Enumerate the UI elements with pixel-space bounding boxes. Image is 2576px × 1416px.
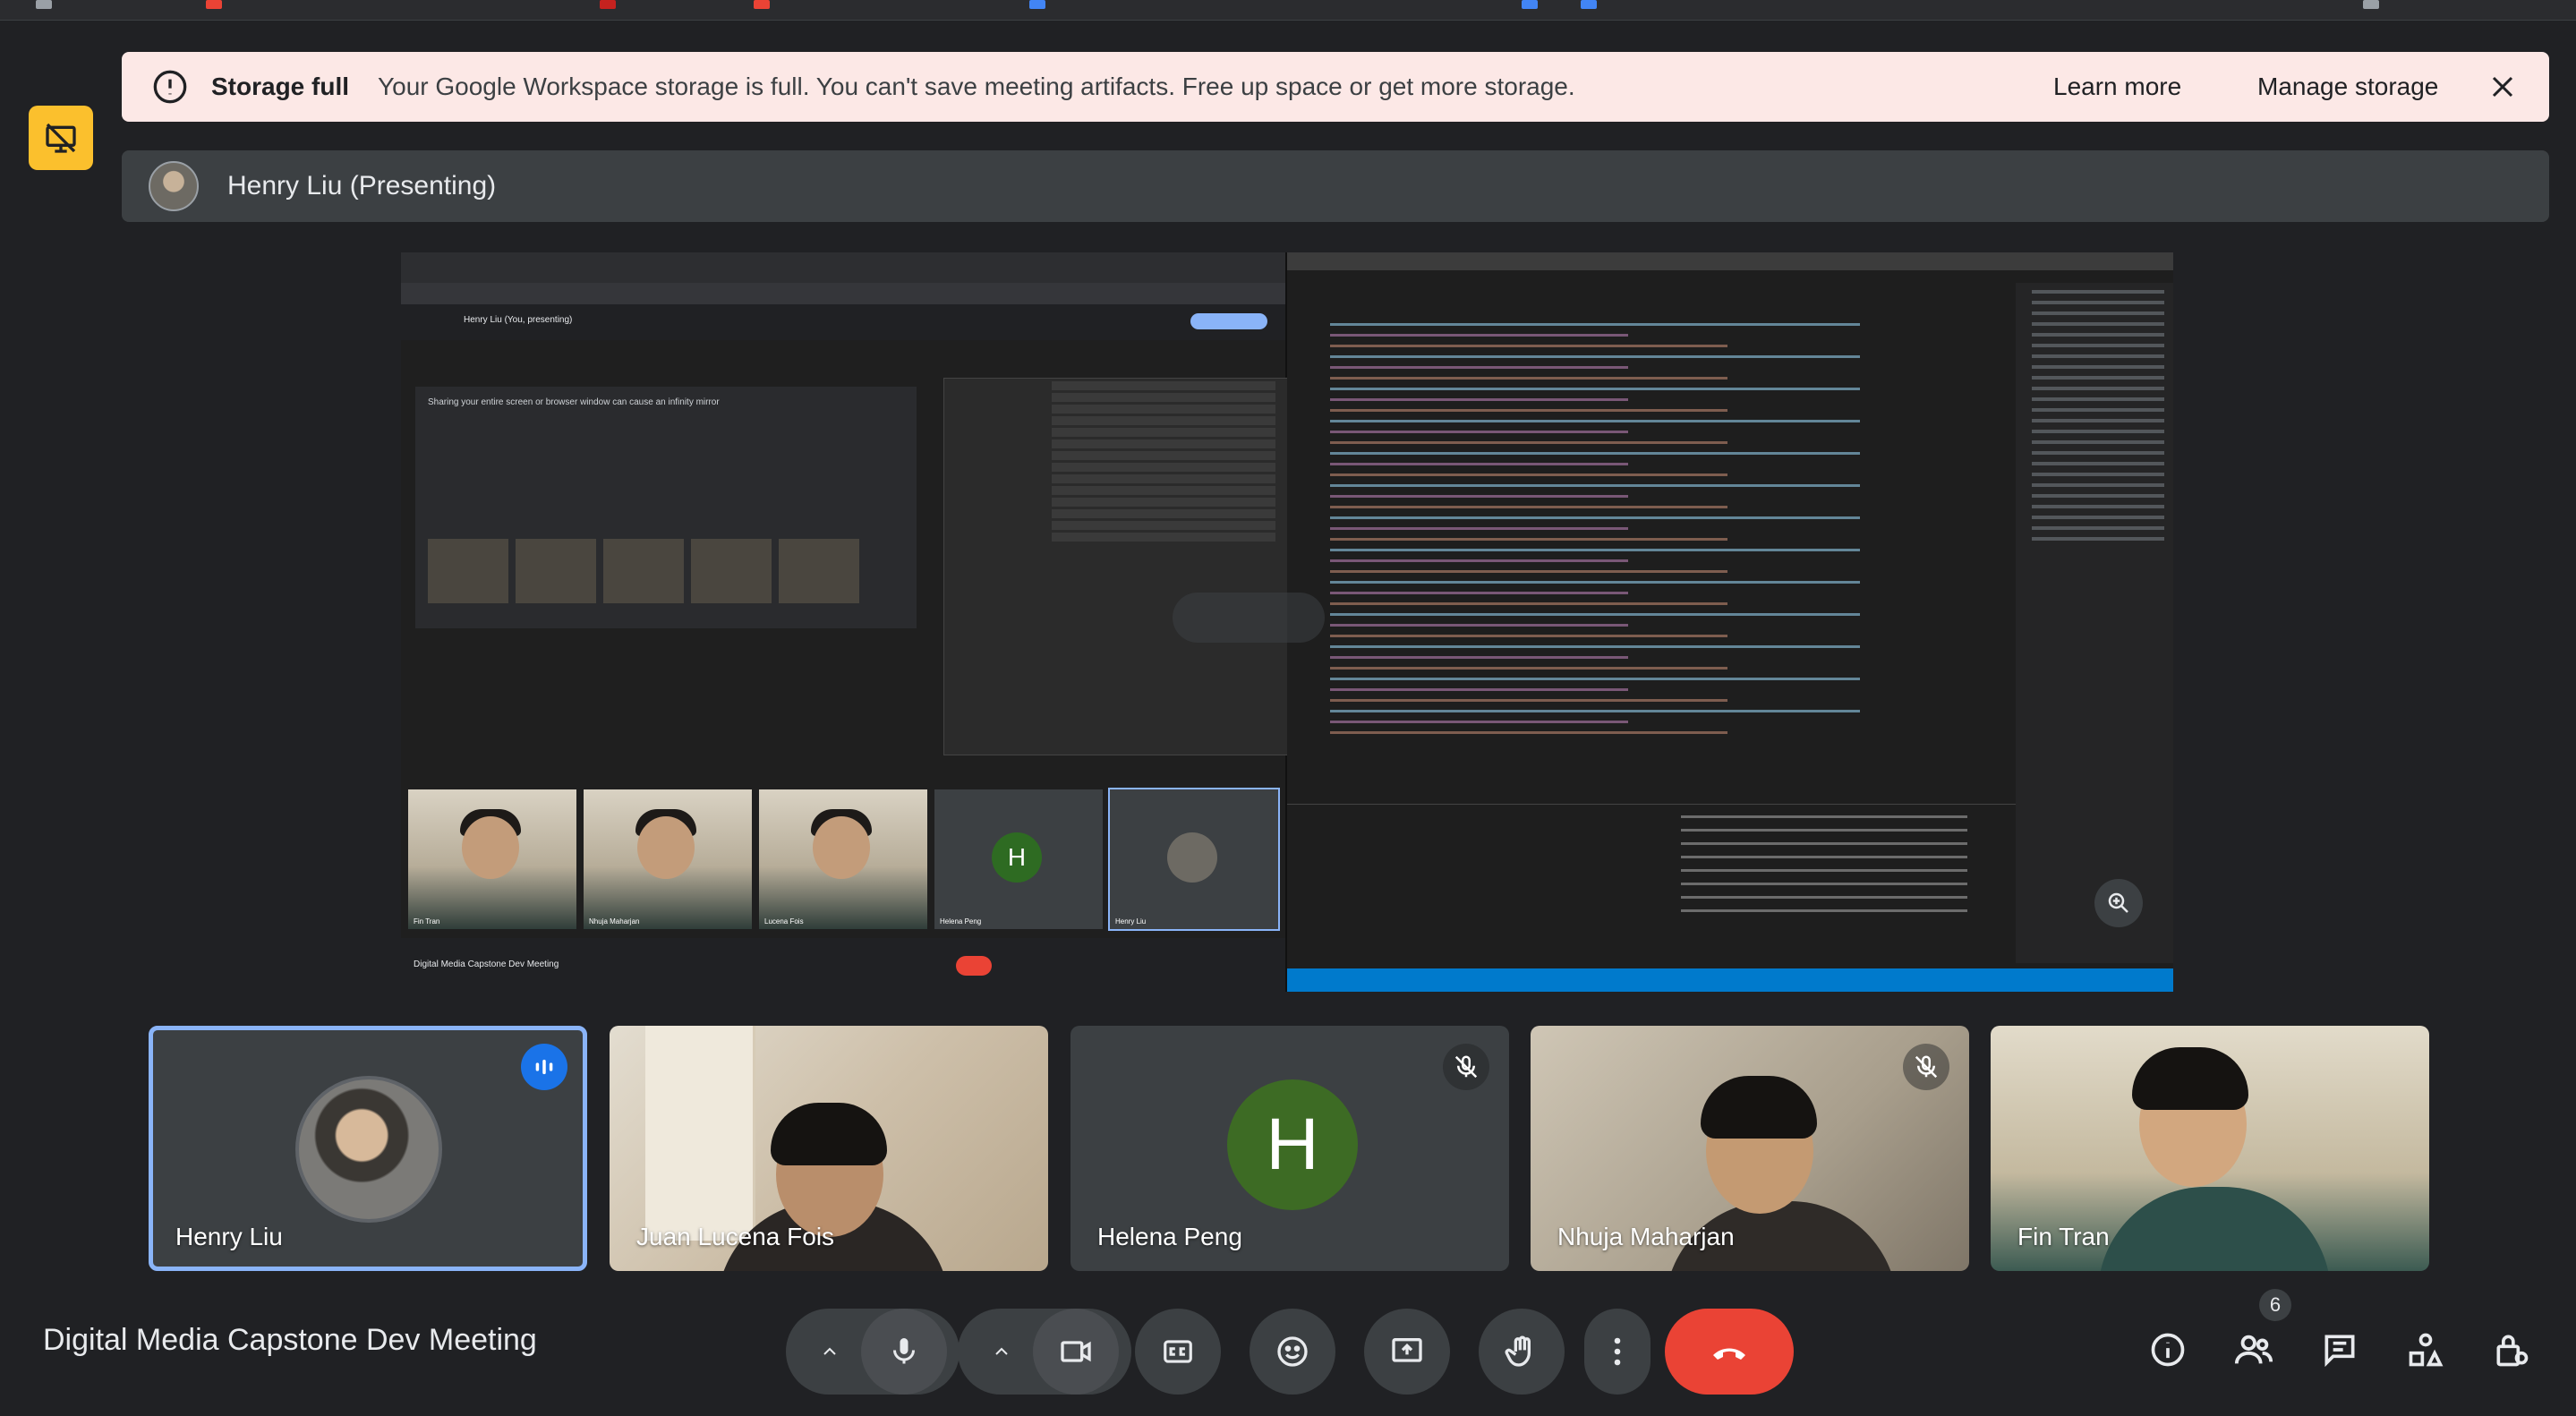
- shared-meeting-title: Digital Media Capstone Dev Meeting: [414, 960, 559, 969]
- participant-tile-henry-liu[interactable]: Henry Liu: [149, 1026, 587, 1271]
- avatar: H: [1227, 1079, 1358, 1210]
- more-icon[interactable]: [1584, 1309, 1651, 1395]
- shared-tiles: Fin Tran Nhuja Maharjan Lucena Fois H Hel…: [408, 788, 1280, 931]
- people-count-badge: 6: [2259, 1289, 2291, 1321]
- activities-icon[interactable]: [2399, 1323, 2452, 1377]
- participant-name: Henry Liu: [175, 1223, 283, 1250]
- video-control-group: [958, 1309, 1131, 1395]
- emoji-icon[interactable]: [1250, 1309, 1335, 1395]
- participant-tile-nhuja-maharjan[interactable]: Nhuja Maharjan: [1531, 1026, 1969, 1271]
- end-call-icon[interactable]: [1665, 1309, 1794, 1395]
- shared-tile: Fin Tran: [408, 789, 576, 929]
- chevron-up-icon[interactable]: [970, 1341, 1033, 1362]
- banner-title: Storage full: [211, 73, 350, 100]
- shared-browser-window: Henry Liu (You, presenting) Sharing your…: [401, 252, 1303, 992]
- editor-statusbar: [1287, 968, 2173, 992]
- infinity-mirror: Sharing your entire screen or browser wi…: [415, 387, 917, 628]
- participant-tile-juan-lucena-fois[interactable]: Juan Lucena Fois: [610, 1026, 1048, 1271]
- meeting-title: Digital Media Capstone Dev Meeting: [43, 1323, 537, 1357]
- presenter-bar: Henry Liu (Presenting): [122, 150, 2549, 222]
- shared-tile: H Helena Peng: [934, 789, 1103, 929]
- shared-tile: Nhuja Maharjan: [584, 789, 752, 929]
- banner-message: Your Google Workspace storage is full. Y…: [378, 73, 1575, 100]
- browser-address-bar: [401, 283, 1285, 304]
- storage-full-banner: Storage full Your Google Workspace stora…: [122, 52, 2549, 122]
- info-icon[interactable]: [2141, 1323, 2195, 1377]
- file-explorer-window: [943, 378, 1303, 755]
- participant-tile-fin-tran[interactable]: Fin Tran: [1991, 1026, 2429, 1271]
- control-bar: Digital Media Capstone Dev Meeting 6: [0, 1289, 2576, 1416]
- code-lines: [1330, 315, 1992, 816]
- manage-storage-link[interactable]: Manage storage: [2257, 73, 2438, 101]
- shared-presenting-text: Henry Liu (You, presenting): [464, 315, 573, 325]
- captions-icon[interactable]: [1135, 1309, 1221, 1395]
- participant-name: Nhuja Maharjan: [1557, 1223, 1735, 1250]
- mirror-thumbnails: [428, 539, 859, 603]
- shared-end-call: [956, 956, 992, 976]
- speaking-icon: [521, 1044, 567, 1090]
- host-controls-icon[interactable]: [2485, 1323, 2538, 1377]
- camera-icon[interactable]: [1033, 1309, 1119, 1395]
- shared-control-bar: Digital Media Capstone Dev Meeting: [401, 938, 1285, 992]
- shared-stop-presenting: [1190, 313, 1267, 329]
- editor-terminal: [1287, 804, 2016, 969]
- presenter-avatar: [149, 161, 199, 211]
- raise-hand-icon[interactable]: [1479, 1309, 1565, 1395]
- browser-tabs: [401, 252, 1285, 283]
- mic-off-icon: [1443, 1044, 1489, 1090]
- editor-titlebar: [1287, 252, 2173, 270]
- shared-mute-overlay: [1173, 593, 1325, 643]
- learn-more-link[interactable]: Learn more: [2053, 73, 2181, 101]
- shared-tile: Henry Liu: [1108, 788, 1280, 931]
- editor-sidebar: [2016, 283, 2173, 963]
- warning-icon: [152, 69, 188, 105]
- browser-top-strip: [0, 0, 2576, 21]
- shared-code-editor: [1287, 252, 2173, 992]
- participant-name: Juan Lucena Fois: [636, 1223, 835, 1250]
- shared-meet-bar: Henry Liu (You, presenting): [401, 304, 1285, 340]
- avatar: [295, 1076, 442, 1223]
- presenter-label: Henry Liu (Presenting): [227, 171, 497, 200]
- chat-icon[interactable]: [2313, 1323, 2367, 1377]
- chevron-up-icon[interactable]: [798, 1341, 861, 1362]
- no-screen-icon[interactable]: [29, 106, 93, 170]
- mic-off-icon: [1903, 1044, 1949, 1090]
- zoom-in-icon[interactable]: [2094, 879, 2143, 927]
- mic-icon[interactable]: [861, 1309, 947, 1395]
- people-icon[interactable]: [2227, 1323, 2281, 1377]
- shared-tile: Lucena Fois: [759, 789, 927, 929]
- audio-control-group: [786, 1309, 960, 1395]
- present-icon[interactable]: [1364, 1309, 1450, 1395]
- participant-name: Helena Peng: [1097, 1223, 1242, 1250]
- infinity-warning-text: Sharing your entire screen or browser wi…: [428, 397, 720, 407]
- participant-tile-helena-peng[interactable]: H Helena Peng: [1070, 1026, 1509, 1271]
- close-icon[interactable]: [2485, 69, 2521, 105]
- participant-name: Fin Tran: [2017, 1223, 2110, 1250]
- shared-screen: Henry Liu (You, presenting) Sharing your…: [401, 252, 2173, 992]
